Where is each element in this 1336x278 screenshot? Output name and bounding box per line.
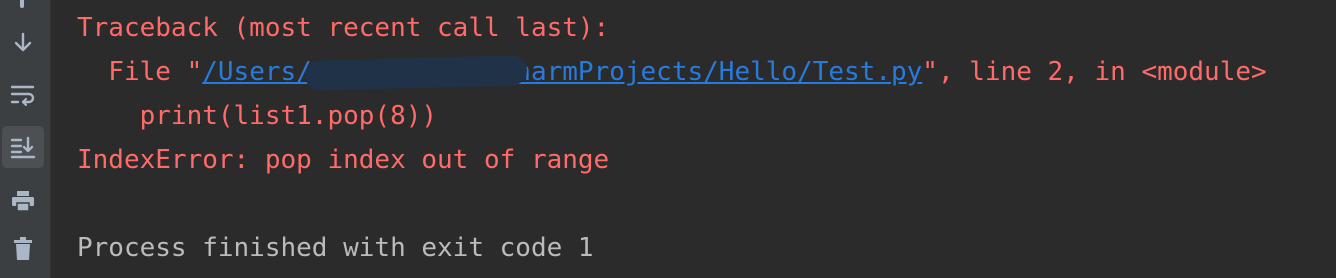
- toolbar-top-edge: [20, 0, 24, 8]
- print-icon: [10, 189, 36, 213]
- console-toolbar: [0, 0, 51, 278]
- traceback-code-line: print(list1.pop(8)): [77, 101, 438, 131]
- traceback-header: Traceback (most recent call last):: [77, 13, 610, 43]
- soft-wrap-icon: [10, 83, 36, 107]
- run-console-window: Traceback (most recent call last): File …: [0, 0, 1336, 278]
- error-message: IndexError: pop index out of range: [77, 145, 610, 175]
- redaction-mark: [304, 55, 528, 91]
- traceback-file-line: File "/Users/ /PycharmProjects/Hello/Tes…: [77, 55, 1267, 89]
- arrow-down-icon: [11, 31, 35, 55]
- scroll-to-end-icon: [10, 135, 36, 159]
- down-arrow-button[interactable]: [2, 22, 44, 64]
- process-exit-message: Process finished with exit code 1: [77, 233, 594, 263]
- clear-all-button[interactable]: [2, 228, 44, 270]
- soft-wrap-button[interactable]: [2, 74, 44, 116]
- scroll-to-end-button[interactable]: [2, 126, 44, 168]
- file-prefix: File ": [77, 57, 203, 87]
- print-button[interactable]: [2, 180, 44, 222]
- trash-icon: [11, 236, 35, 262]
- console-output[interactable]: Traceback (most recent call last): File …: [50, 0, 1336, 278]
- file-suffix: ", line 2, in <module>: [922, 57, 1267, 87]
